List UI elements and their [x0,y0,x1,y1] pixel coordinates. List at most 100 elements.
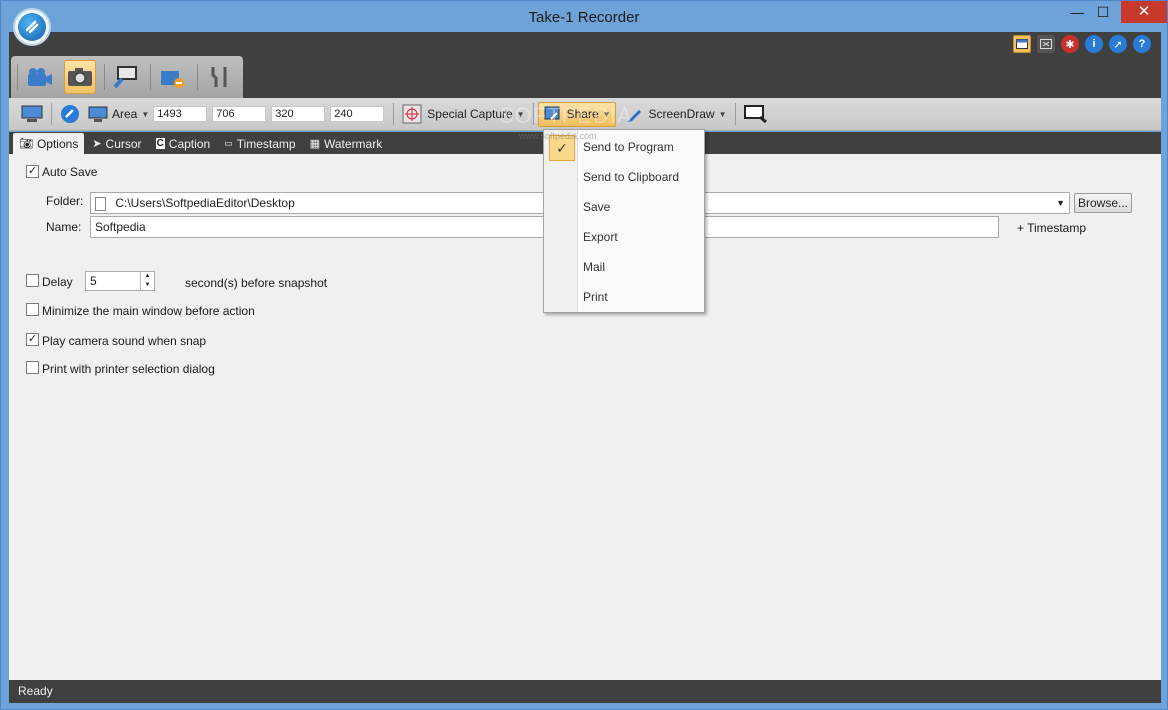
menu-item-export[interactable]: Export [544,222,704,252]
tab-caption-label: Caption [168,136,211,151]
menu-item-label: Send to Clipboard [583,170,680,184]
tab-watermark-label: Watermark [324,136,383,151]
minimize-checkbox[interactable] [26,303,39,316]
toolbar-divider [532,103,534,125]
help-icon[interactable]: ? [1133,35,1151,53]
monitor-icon[interactable] [17,102,47,127]
area-height-input[interactable]: 240 [330,106,385,122]
tab-cursor-label: Cursor [105,136,142,151]
logo-small-icon[interactable]: ➚ [1109,35,1127,53]
chevron-down-icon: ▼ [602,109,611,119]
special-capture-dropdown[interactable]: Special Capture ▼ [398,102,528,127]
toolbar-divider [17,64,18,90]
menu-item-mail[interactable]: Mail [544,252,704,282]
print-dialog-checkbox[interactable] [26,361,39,374]
mode-toolbar [11,56,243,98]
title-bar: Take-1 Recorder — ☐ ✕ [1,1,1167,32]
print-dialog-label: Print with printer selection dialog [42,362,215,376]
tab-caption[interactable]: C Caption [150,133,217,154]
maximize-button[interactable]: ☐ [1090,1,1116,23]
share-dropdown[interactable]: Share ▼ [537,101,616,127]
folder-value: C:\Users\SoftpediaEditor\Desktop [115,196,295,210]
timestamp-icon: ▭ [224,138,233,148]
toolbar-divider [103,64,105,90]
pen-icon [627,110,641,122]
auto-save-label: Auto Save [42,165,98,179]
top-right-icons: ✱ i ➚ ? [1013,35,1151,53]
area-x-input[interactable]: 1493 [153,106,208,122]
toolbar-divider [196,64,198,90]
screendraw-label: ScreenDraw [648,107,715,121]
delay-suffix: second(s) before snapshot [185,276,328,290]
settings-wrench-icon[interactable] [203,60,235,94]
add-timestamp-button[interactable]: + Timestamp [1017,221,1086,235]
menu-item-label: Export [583,230,618,244]
folder-label: Folder: [46,194,84,208]
info-icon[interactable]: i [1085,35,1103,53]
minimize-button[interactable]: — [1064,1,1090,23]
menu-item-label: Print [583,290,608,304]
special-capture-label: Special Capture [427,107,513,121]
caption-icon: C [155,138,165,149]
tab-timestamp-label: Timestamp [236,136,296,151]
toolbar-divider [150,64,151,90]
capture-toolbar: Area ▼ 1493 706 320 240 Special Capture … [9,98,1161,131]
menu-item-label: Mail [583,260,606,274]
delay-value: 5 [90,274,97,288]
close-button[interactable]: ✕ [1121,1,1167,23]
crosshair-icon [402,104,422,124]
menu-item-send-to-clipboard[interactable]: Send to Clipboard [544,162,704,192]
fullscreen-icon[interactable] [1037,35,1055,53]
chevron-down-icon: ▼ [141,109,150,119]
tab-options-label: Options [36,136,79,151]
screendraw-dropdown[interactable]: ScreenDraw ▼ [622,102,731,127]
area-monitor-icon [88,106,108,122]
window-title: Take-1 Recorder [528,9,640,26]
delay-label: Delay [42,275,73,289]
screen-tools-icon[interactable] [157,60,189,94]
auto-save-checkbox[interactable]: ✓ [26,165,39,178]
tab-watermark[interactable]: ▦ Watermark [304,133,389,154]
file-icon [95,196,106,211]
toolbar-divider [734,103,736,125]
minimize-label: Minimize the main window before action [42,304,255,318]
area-y-input[interactable]: 706 [212,106,267,122]
main-toolbar: ✱ i ➚ ? [9,32,1161,98]
stepper-arrows-icon[interactable]: ▲ ▼ [140,272,154,290]
share-label: Share [566,107,599,121]
bug-icon[interactable]: ✱ [1061,35,1079,53]
chevron-down-icon: ▼ [516,109,525,119]
toolbar-divider [393,103,395,125]
app-logo-icon[interactable] [13,8,51,46]
watermark-icon: ▦ [309,138,320,150]
area-dropdown[interactable]: Area ▼ [84,102,153,127]
menu-item-label: Save [583,200,611,214]
tab-cursor[interactable]: ➤ Cursor [86,133,147,154]
tab-timestamp[interactable]: ▭ Timestamp [218,133,301,154]
window-mode-icon[interactable] [1013,35,1031,53]
browse-button[interactable]: Browse... [1074,193,1132,213]
share-icon [544,106,560,120]
cursor-icon: ➤ [92,138,102,150]
delay-stepper[interactable]: 5 ▲ ▼ [85,271,155,291]
menu-item-save[interactable]: Save [544,192,704,222]
area-label: Area [112,107,138,121]
capture-logo-icon[interactable] [56,102,84,127]
softpedia-watermark-url: www.softpedia.com [519,131,597,141]
share-menu: ✓ Send to Program Send to Clipboard Save… [543,129,705,313]
menu-item-label: Send to Program [583,140,674,154]
menu-item-print[interactable]: Print [544,282,704,312]
chevron-down-icon: ▼ [718,109,727,119]
name-label: Name: [46,220,82,234]
area-width-input[interactable]: 320 [271,106,326,122]
video-recorder-icon[interactable] [24,60,56,94]
chevron-down-icon[interactable]: ▼ [1056,193,1065,213]
delay-checkbox[interactable] [26,274,39,287]
camera-sound-checkbox[interactable]: ✓ [26,333,39,346]
magnifier-icon[interactable] [740,102,772,127]
camera-snapshot-icon[interactable] [63,60,96,94]
screen-zoom-icon[interactable] [110,60,142,94]
camera-sound-label: Play camera sound when snap [42,334,207,348]
toolbar-divider [51,103,52,125]
tab-options[interactable]: 📷︎ Options [13,133,85,154]
